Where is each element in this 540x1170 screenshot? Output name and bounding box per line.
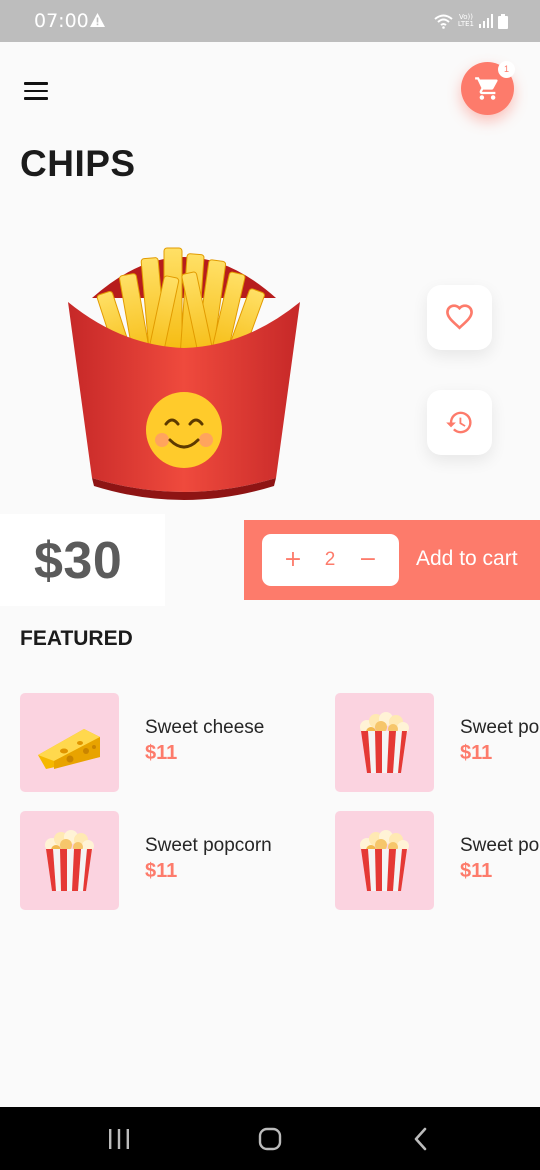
item-thumbnail bbox=[20, 811, 119, 910]
item-name: Sweet cheese bbox=[145, 717, 265, 738]
recent-apps-button[interactable] bbox=[95, 1121, 143, 1157]
add-to-cart-label[interactable]: Add to cart bbox=[416, 547, 518, 571]
item-price: $11 bbox=[460, 860, 493, 882]
heart-icon bbox=[446, 304, 473, 330]
featured-item[interactable]: Sweet popcorn $11 bbox=[335, 693, 540, 793]
battery-icon bbox=[498, 13, 508, 29]
wifi-icon bbox=[434, 14, 453, 29]
featured-item[interactable]: Sweet popcorn $11 bbox=[20, 811, 320, 911]
favorite-button[interactable] bbox=[427, 285, 492, 350]
featured-title: FEATURED bbox=[20, 627, 133, 650]
status-time: 07:00 bbox=[34, 10, 89, 32]
menu-icon[interactable] bbox=[24, 82, 48, 100]
signal-icon bbox=[479, 14, 493, 28]
history-icon bbox=[446, 411, 472, 434]
item-name: Sweet popcorn bbox=[460, 835, 540, 856]
item-price: $11 bbox=[145, 860, 178, 882]
home-button[interactable] bbox=[246, 1121, 294, 1157]
popcorn-icon bbox=[34, 825, 104, 895]
home-icon bbox=[258, 1127, 282, 1151]
item-thumbnail bbox=[335, 693, 434, 792]
quantity-value: 2 bbox=[324, 549, 336, 570]
increase-quantity-button[interactable]: + bbox=[279, 545, 307, 575]
item-price: $11 bbox=[460, 742, 493, 764]
featured-item[interactable]: Sweet cheese $11 bbox=[20, 693, 320, 793]
product-price: $30 bbox=[34, 532, 123, 590]
fries-image bbox=[68, 247, 300, 500]
featured-item[interactable]: Sweet popcorn $11 bbox=[335, 811, 540, 911]
cart-icon bbox=[475, 77, 498, 100]
cheese-icon bbox=[38, 729, 100, 769]
back-icon bbox=[414, 1127, 427, 1151]
network-indicator: Vo)) LTE1 bbox=[457, 13, 474, 28]
item-price: $11 bbox=[145, 742, 178, 764]
popcorn-icon bbox=[349, 825, 419, 895]
recent-apps-icon bbox=[109, 1129, 129, 1149]
decrease-quantity-button[interactable]: − bbox=[354, 545, 382, 575]
item-thumbnail bbox=[335, 811, 434, 910]
history-button[interactable] bbox=[427, 390, 492, 455]
page-title: CHIPS bbox=[20, 143, 136, 184]
popcorn-icon bbox=[349, 707, 419, 777]
cart-count-badge: 1 bbox=[498, 61, 515, 78]
back-button[interactable] bbox=[397, 1121, 445, 1157]
item-thumbnail bbox=[20, 693, 119, 792]
warning-icon bbox=[90, 13, 105, 27]
item-name: Sweet popcorn bbox=[460, 717, 540, 738]
item-name: Sweet popcorn bbox=[145, 835, 272, 856]
status-bar: 07:00 Vo)) LTE1 bbox=[0, 0, 540, 42]
